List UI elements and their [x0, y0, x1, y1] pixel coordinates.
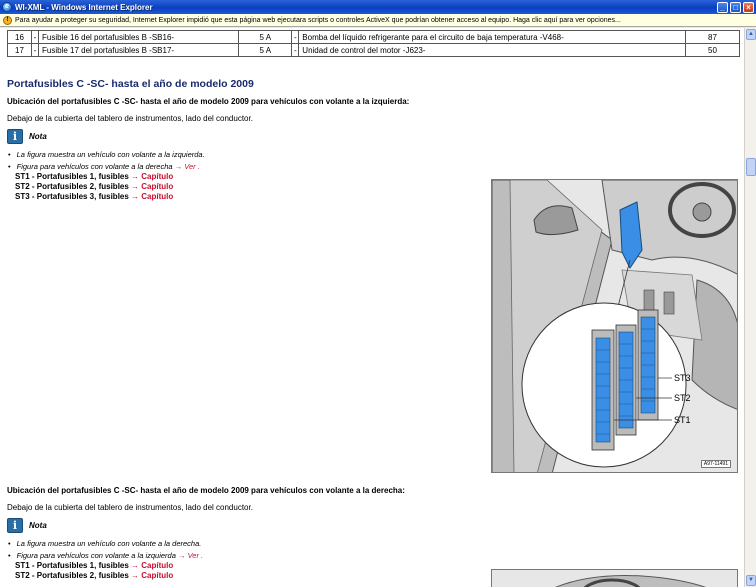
- scrollbar-thumb[interactable]: [746, 158, 756, 176]
- bullet-text: La figura muestra un vehículo con volant…: [16, 539, 202, 548]
- scroll-down-icon[interactable]: ▼: [746, 575, 756, 586]
- list-item: La figura muestra un vehículo con volant…: [8, 539, 202, 548]
- st2-item: ST2 - Portafusibles 2, fusibles → Capítu…: [15, 571, 173, 580]
- st1-label: ST1 - Portafusibles 1, fusibles: [15, 561, 129, 570]
- see-link[interactable]: → Ver .: [175, 162, 200, 171]
- list-item: Figura para vehículos con volante a la i…: [8, 551, 204, 560]
- fuse-name: Fusible 17 del portafusibles B -SB17-: [37, 43, 240, 57]
- info-bar-text: Para ayudar a proteger su seguridad, Int…: [15, 16, 621, 24]
- fuse-table: 16 - Fusible 16 del portafusibles B -SB1…: [7, 30, 740, 57]
- st2-callout: ST2: [674, 393, 691, 403]
- st1-item: ST1 - Portafusibles 1, fusibles → Capítu…: [15, 172, 173, 181]
- fuse-terminal: 87: [685, 30, 740, 44]
- right-hand-subheading: Ubicación del portafusibles C -SC- hasta…: [7, 486, 405, 495]
- bullet-text: La figura muestra un vehículo con volant…: [16, 150, 205, 159]
- section-heading: Portafusibles C -SC- hasta el año de mod…: [7, 78, 254, 90]
- fuse-terminal: 50: [685, 43, 740, 57]
- maximize-button[interactable]: □: [730, 1, 741, 13]
- list-item: La figura muestra un vehículo con volant…: [8, 150, 205, 159]
- scroll-up-icon[interactable]: ▲: [746, 29, 756, 40]
- info-icon: i: [7, 518, 23, 533]
- internet-explorer-icon: e: [2, 2, 12, 12]
- security-info-bar[interactable]: ! Para ayudar a proteger su seguridad, I…: [0, 14, 756, 27]
- window-title-bar[interactable]: e WI-XML - Windows Internet Explorer _ □…: [0, 0, 756, 14]
- fuse-consumer: Unidad de control del motor -J623-: [298, 43, 686, 57]
- fuse-number: 17: [7, 43, 32, 57]
- info-icon: i: [7, 129, 23, 144]
- bullet-text: Figura para vehículos con volante a la i…: [16, 551, 176, 560]
- dash-cell: -: [31, 43, 39, 57]
- vertical-scrollbar[interactable]: ▲ ▼: [744, 28, 756, 587]
- fuse-number: 16: [7, 30, 32, 44]
- note-label: Nota: [29, 132, 47, 141]
- fuse-holder-illustration: ST3 ST2 ST1: [492, 180, 737, 472]
- chapter-link[interactable]: → Capítulo: [131, 182, 173, 191]
- st2-label: ST2 - Portafusibles 2, fusibles: [15, 571, 129, 580]
- st1-callout: ST1: [674, 415, 691, 425]
- security-shield-icon: !: [3, 15, 12, 25]
- dash-cell: -: [291, 30, 300, 44]
- figure-code: A97-11491: [700, 460, 731, 468]
- table-row: 17 - Fusible 17 del portafusibles B -SB1…: [7, 43, 740, 57]
- bullet-text: Figura para vehículos con volante a la d…: [16, 162, 173, 171]
- note-label: Nota: [29, 521, 47, 530]
- right-hand-illustration: [492, 570, 737, 587]
- close-button[interactable]: ×: [743, 1, 754, 13]
- fuse-amperage: 5 A: [238, 30, 293, 44]
- minimize-button[interactable]: _: [717, 1, 728, 13]
- note-box: i Nota: [7, 129, 47, 144]
- st1-item: ST1 - Portafusibles 1, fusibles → Capítu…: [15, 561, 173, 570]
- chapter-link[interactable]: → Capítulo: [131, 172, 173, 181]
- page-content: 16 - Fusible 16 del portafusibles B -SB1…: [0, 28, 744, 587]
- note-box: i Nota: [7, 518, 47, 533]
- chapter-link[interactable]: → Capítulo: [131, 192, 173, 201]
- left-hand-location: Debajo de la cubierta del tablero de ins…: [7, 114, 253, 123]
- st2-item: ST2 - Portafusibles 2, fusibles → Capítu…: [15, 182, 173, 191]
- st3-item: ST3 - Portafusibles 3, fusibles → Capítu…: [15, 192, 173, 201]
- fuse-amperage: 5 A: [238, 43, 293, 57]
- fuse-holder-st1: [591, 329, 615, 451]
- left-hand-subheading: Ubicación del portafusibles C -SC- hasta…: [7, 97, 410, 106]
- see-link[interactable]: → Ver .: [178, 551, 203, 560]
- right-hand-location: Debajo de la cubierta del tablero de ins…: [7, 503, 253, 512]
- chapter-link[interactable]: → Capítulo: [131, 561, 173, 570]
- st2-label: ST2 - Portafusibles 2, fusibles: [15, 182, 129, 191]
- dash-cell: -: [291, 43, 300, 57]
- fuse-holder-figure-right-hand: [491, 569, 738, 587]
- st3-label: ST3 - Portafusibles 3, fusibles: [15, 192, 129, 201]
- st3-callout: ST3: [674, 373, 691, 383]
- table-row: 16 - Fusible 16 del portafusibles B -SB1…: [7, 30, 740, 44]
- chapter-link[interactable]: → Capítulo: [131, 571, 173, 580]
- dash-cell: -: [31, 30, 39, 44]
- list-item: Figura para vehículos con volante a la d…: [8, 162, 200, 171]
- window-title: WI-XML - Windows Internet Explorer: [15, 2, 153, 12]
- fuse-consumer: Bomba del líquido refrigerante para el c…: [298, 30, 686, 44]
- fuse-name: Fusible 16 del portafusibles B -SB16-: [37, 30, 240, 44]
- fuse-holder-figure: ST3 ST2 ST1 A97-11491: [491, 179, 738, 473]
- st1-label: ST1 - Portafusibles 1, fusibles: [15, 172, 129, 181]
